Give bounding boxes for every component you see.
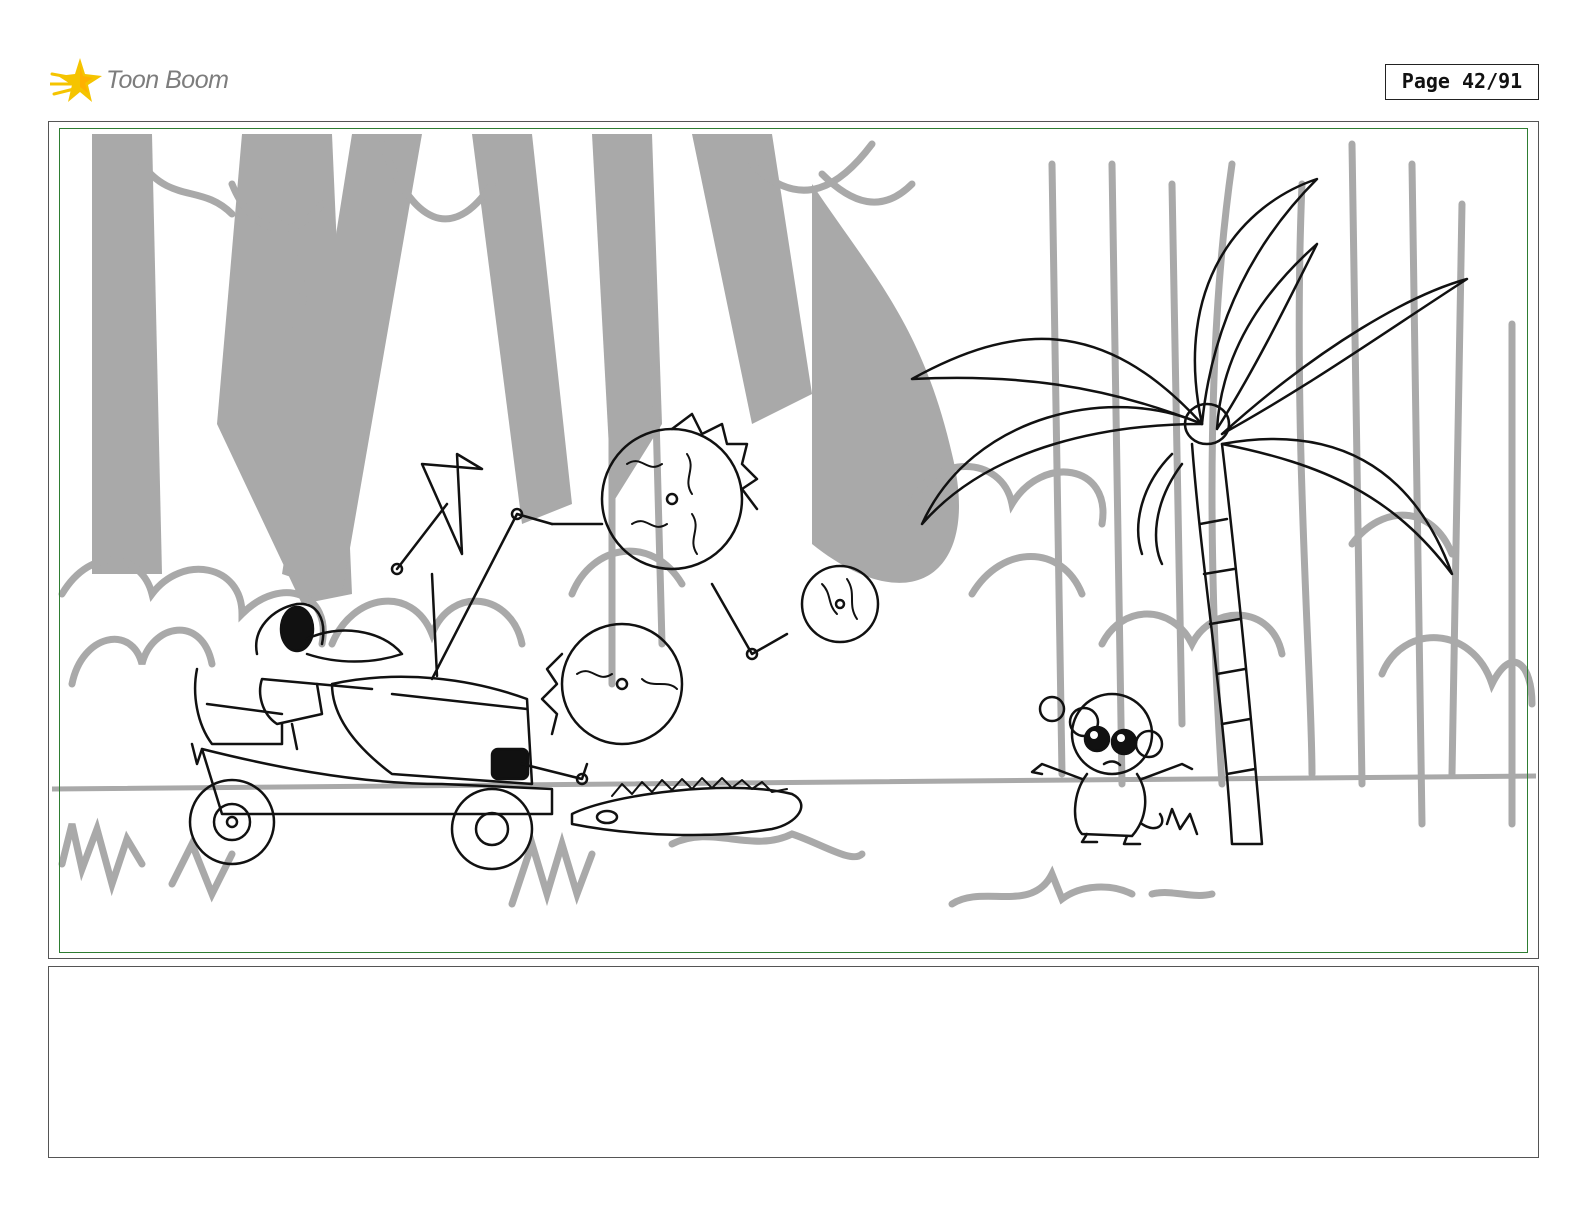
toon-boom-logo: Toon Boom [50, 54, 310, 110]
riding-mower [188, 667, 554, 871]
saw-blade-small [800, 564, 880, 644]
logo-text: Toon Boom [106, 66, 229, 94]
panel-artwork [52, 134, 1536, 908]
caption-box [48, 966, 1539, 1158]
page-number: Page 42/91 [1385, 64, 1539, 100]
comet-star-icon [50, 58, 102, 102]
saw-arm-machine [390, 412, 880, 837]
palm-tree [910, 177, 1469, 846]
